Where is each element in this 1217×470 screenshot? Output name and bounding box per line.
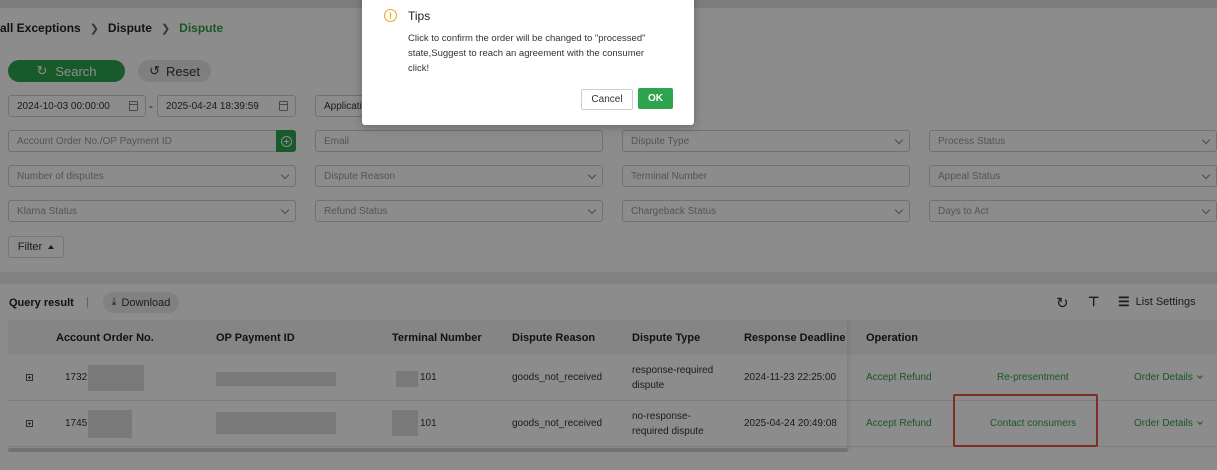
tips-dialog: ! Tips Click to confirm the order will b… — [362, 0, 694, 125]
ok-button[interactable]: OK — [638, 88, 673, 109]
cancel-button[interactable]: Cancel — [581, 89, 633, 110]
dialog-title: Tips — [408, 9, 431, 23]
warning-icon: ! — [384, 9, 397, 22]
dialog-message-line: state,Suggest to reach an agreement with… — [408, 48, 645, 59]
dialog-message-line: click! — [408, 63, 430, 74]
dialog-message: Click to confirm the order will be chang… — [408, 31, 683, 76]
dialog-message-line: Click to confirm the order will be chang… — [408, 33, 646, 44]
